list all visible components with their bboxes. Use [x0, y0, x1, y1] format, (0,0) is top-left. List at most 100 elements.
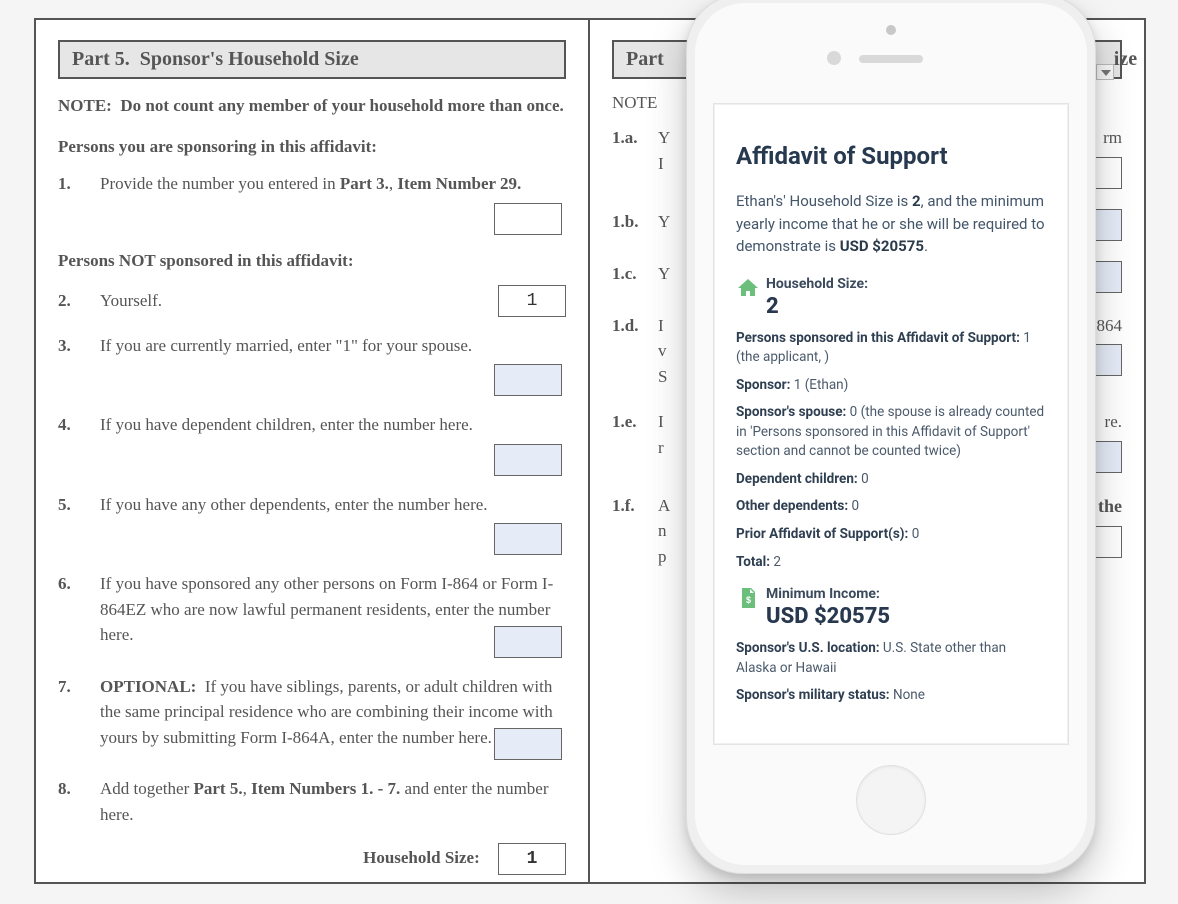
l4v: 0 [858, 471, 869, 487]
item-3-input[interactable] [494, 364, 562, 396]
line-spouse: Sponsor's spouse: 0 (the spouse is alrea… [736, 403, 1046, 462]
item-1b-num: 1.b. [612, 209, 658, 235]
household-label: Household Size: [766, 276, 868, 292]
item-7-text: OPTIONAL: If you have siblings, parents,… [100, 674, 566, 761]
item-8-b: Part 5. [193, 779, 242, 798]
not-sponsored-subhead: Persons NOT sponsored in this affidavit: [58, 251, 566, 271]
l4b: Dependent children: [736, 471, 858, 487]
line-location: Sponsor's U.S. location: U.S. State othe… [736, 639, 1046, 678]
item-6-input[interactable] [494, 626, 562, 658]
item-6-number: 6. [58, 571, 100, 658]
intro-b: 2 [912, 192, 921, 210]
item-8-number: 8. [58, 776, 100, 827]
household-stat: Household Size: 2 [736, 276, 1046, 319]
phone-body: Affidavit of Support Ethan's' Household … [695, 3, 1087, 865]
item-1: 1. Provide the number you entered in Par… [58, 171, 566, 235]
income-value: USD $20575 [766, 604, 890, 629]
household-size-line: Household Size: 1 [58, 843, 566, 875]
item-5-text: If you have any other dependents, enter … [100, 492, 566, 556]
item-2-number: 2. [58, 288, 100, 314]
item-4: 4. If you have dependent children, enter… [58, 412, 566, 476]
item-7: 7. OPTIONAL: If you have siblings, paren… [58, 674, 566, 761]
l3b: Sponsor's spouse: [736, 404, 846, 420]
line-total: Total: 2 [736, 553, 1046, 573]
item-4-input[interactable] [494, 444, 562, 476]
l1b: Persons sponsored in this Affidavit of S… [736, 330, 1020, 346]
household-size-label: Household Size: [363, 848, 480, 867]
form-page-left: Part 5. Sponsor's Household Size NOTE: D… [36, 20, 590, 882]
item-1-text-b: Part 3. [340, 174, 389, 193]
intro-e: . [924, 237, 928, 255]
sponsoring-subhead: Persons you are sponsoring in this affid… [58, 137, 566, 157]
phone-mockup: Affidavit of Support Ethan's' Household … [686, 0, 1096, 874]
item-2-text: Yourself. [100, 288, 494, 314]
l2b: Sponsor: [736, 377, 790, 393]
item-5: 5. If you have any other dependents, ent… [58, 492, 566, 556]
item-5-number: 5. [58, 492, 100, 556]
l5b: Other dependents: [736, 498, 848, 514]
item-4-text: If you have dependent children, enter th… [100, 412, 566, 476]
item-6-text: If you have sponsored any other persons … [100, 571, 566, 658]
item-2-input[interactable]: 1 [498, 285, 566, 317]
income-stat: $ Minimum Income: USD $20575 [736, 586, 1046, 629]
item-1-text-d: Item Number 29. [397, 174, 521, 193]
item-8: 8. Add together Part 5., Item Numbers 1.… [58, 776, 566, 827]
item-1-text-a: Provide the number you entered in [100, 174, 340, 193]
phone-screen[interactable]: Affidavit of Support Ethan's' Household … [713, 103, 1069, 745]
item-1-input[interactable] [494, 203, 562, 235]
line-children: Dependent children: 0 [736, 470, 1046, 490]
income-label: Minimum Income: [766, 586, 890, 602]
l7b: Total: [736, 554, 770, 570]
l6v: 0 [908, 526, 919, 542]
l2v: 1 (Ethan) [790, 377, 848, 393]
svg-text:$: $ [746, 595, 751, 605]
item-8-text: Add together Part 5., Item Numbers 1. - … [100, 776, 566, 827]
line-other: Other dependents: 0 [736, 497, 1046, 517]
dropdown-caret-icon[interactable] [1096, 64, 1114, 80]
item-1d-num: 1.d. [612, 313, 658, 339]
item-3-number: 3. [58, 333, 100, 397]
item-1e-num: 1.e. [612, 409, 658, 435]
phone-camera-icon [886, 25, 896, 35]
l9v: None [890, 687, 925, 703]
l7v: 2 [770, 554, 781, 570]
line-prior: Prior Affidavit of Support(s): 0 [736, 525, 1046, 545]
affidavit-title: Affidavit of Support [736, 142, 1046, 170]
item-6: 6. If you have sponsored any other perso… [58, 571, 566, 658]
part5-header: Part 5. Sponsor's Household Size [58, 40, 566, 79]
item-4-label: If you have dependent children, enter th… [100, 415, 473, 434]
part5-note: NOTE: Do not count any member of your ho… [58, 93, 566, 119]
item-7-number: 7. [58, 674, 100, 761]
phone-content: Affidavit of Support Ethan's' Household … [714, 104, 1068, 726]
item-8-c: , [243, 779, 252, 798]
household-size-input[interactable]: 1 [498, 843, 566, 875]
item-1-number: 1. [58, 171, 100, 235]
document-dollar-icon: $ [736, 586, 766, 610]
l5v: 0 [848, 498, 859, 514]
item-8-a: Add together [100, 779, 193, 798]
phone-speaker-icon [859, 55, 923, 63]
household-value: 2 [766, 294, 868, 319]
intro-d: USD $20575 [840, 237, 924, 255]
item-3: 3. If you are currently married, enter "… [58, 333, 566, 397]
item-2: 2. Yourself. 1 [58, 285, 566, 317]
item-1c-num: 1.c. [612, 261, 658, 287]
item-1f-num: 1.f. [612, 493, 658, 519]
item-1a-num: 1.a. [612, 125, 658, 151]
phone-sensor-icon [827, 51, 841, 65]
item-7-input[interactable] [494, 728, 562, 760]
affidavit-intro: Ethan's' Household Size is 2, and the mi… [736, 190, 1046, 258]
item-1-text: Provide the number you entered in Part 3… [100, 171, 566, 235]
home-icon [736, 276, 766, 300]
item-5-label: If you have any other dependents, enter … [100, 495, 488, 514]
l9b: Sponsor's military status: [736, 687, 890, 703]
l6b: Prior Affidavit of Support(s): [736, 526, 908, 542]
item-3-label: If you are currently married, enter "1" … [100, 336, 472, 355]
item-8-d: Item Numbers 1. - 7. [251, 779, 400, 798]
intro-a: Ethan's' Household Size is [736, 192, 912, 210]
line-military: Sponsor's military status: None [736, 686, 1046, 706]
line-sponsor: Sponsor: 1 (Ethan) [736, 376, 1046, 396]
item-5-input[interactable] [494, 523, 562, 555]
l8b: Sponsor's U.S. location: [736, 640, 880, 656]
phone-home-button[interactable] [856, 765, 926, 835]
